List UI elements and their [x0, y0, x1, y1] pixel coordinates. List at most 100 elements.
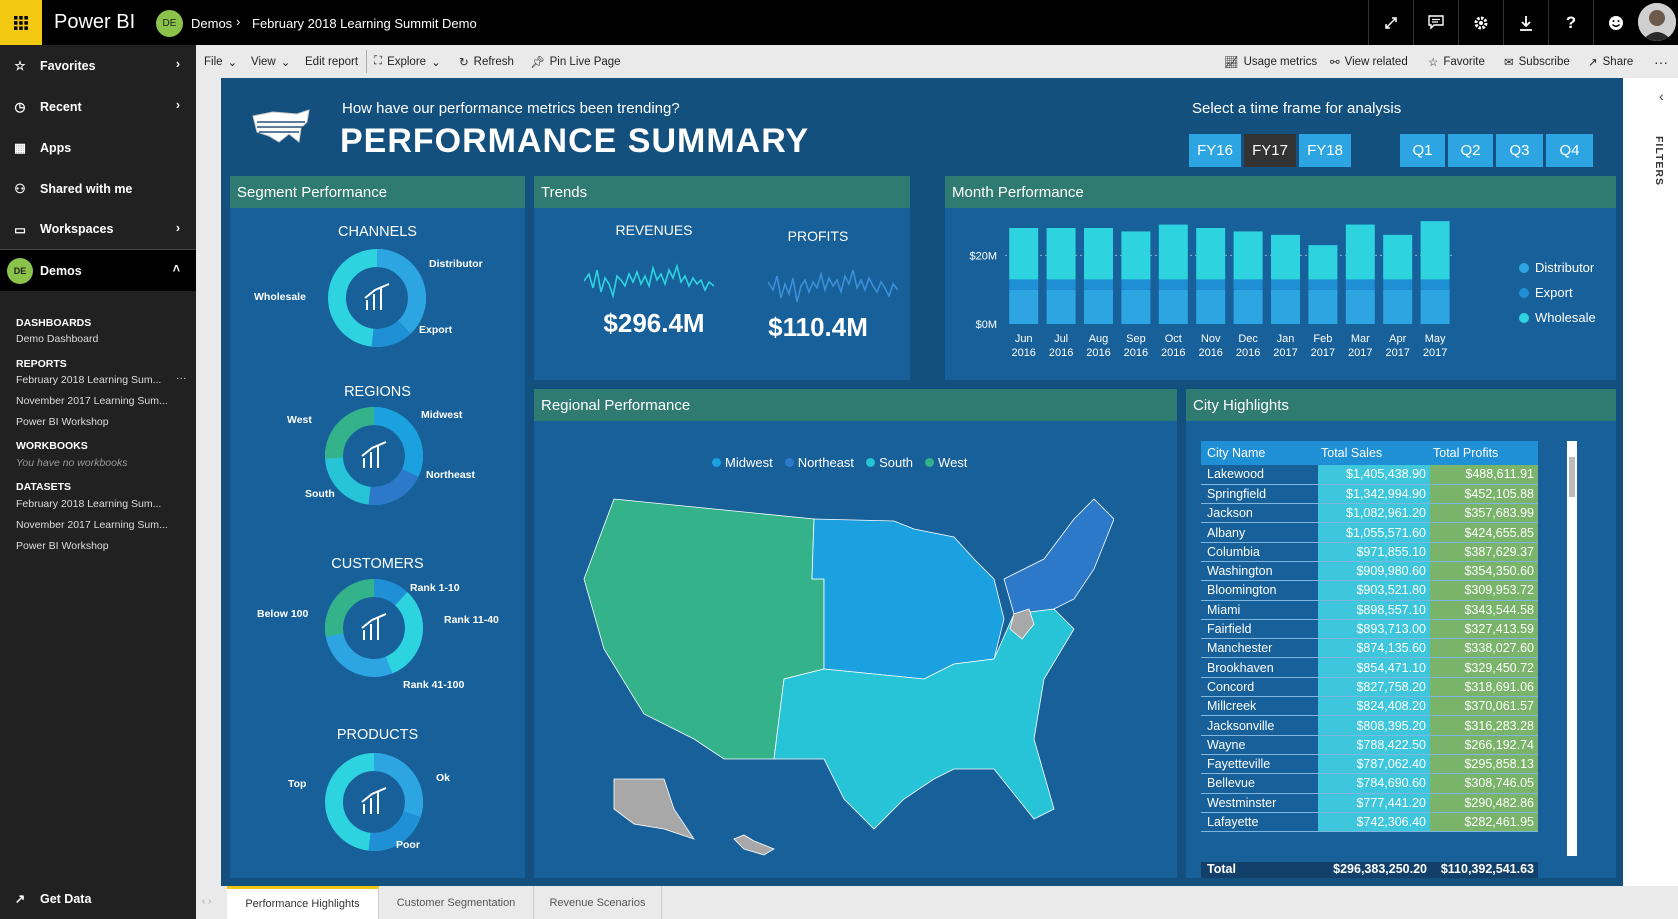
feedback-smiley-icon[interactable] [1593, 0, 1638, 45]
settings-gear-icon[interactable] [1458, 0, 1503, 45]
bar-export[interactable] [1121, 279, 1151, 290]
table-row[interactable]: Fairfield $893,713.00 $327,413.59 [1201, 619, 1538, 639]
bar-distributor[interactable] [1158, 289, 1188, 324]
bar-wholesale[interactable] [1345, 224, 1375, 280]
bar-export[interactable] [1420, 279, 1450, 290]
bar-export[interactable] [1084, 279, 1113, 290]
bar-wholesale[interactable] [1233, 231, 1263, 280]
products-donut[interactable] [324, 752, 424, 852]
bar-distributor[interactable] [1420, 289, 1450, 324]
bar-wholesale[interactable] [1271, 234, 1300, 280]
report-item[interactable]: November 2017 Learning Sum... [16, 395, 168, 407]
column-header-sales[interactable]: Total Sales [1318, 441, 1430, 465]
download-icon[interactable] [1503, 0, 1548, 45]
bar-wholesale[interactable] [1046, 228, 1076, 280]
table-row[interactable]: Bloomington $903,521.80 $309,953.72 [1201, 580, 1538, 601]
explore-menu[interactable]: ⛶ Explore ⌄ [374, 45, 441, 78]
us-filled-map[interactable] [574, 479, 1114, 859]
file-menu[interactable]: File ⌄ [204, 45, 237, 78]
bar-wholesale[interactable] [1009, 228, 1039, 280]
bar-export[interactable] [1158, 279, 1188, 290]
bar-wholesale[interactable] [1420, 221, 1450, 280]
bar-wholesale[interactable] [1121, 231, 1151, 280]
report-item[interactable]: Power BI Workshop [16, 416, 109, 428]
table-row[interactable]: Millcreek $824,408.20 $370,061.57 [1201, 696, 1538, 716]
dashboard-item[interactable]: Demo Dashboard [16, 333, 98, 345]
nav-recent[interactable]: ◷ Recent › [0, 86, 196, 127]
view-menu[interactable]: View ⌄ [251, 45, 290, 78]
user-profile-avatar[interactable] [1638, 3, 1676, 41]
app-title[interactable]: Power BI [54, 11, 135, 34]
bar-export[interactable] [1046, 279, 1076, 290]
table-row[interactable]: Jackson $1,082,961.20 $357,683.99 [1201, 503, 1538, 523]
dataset-item[interactable]: February 2018 Learning Sum... [16, 498, 161, 510]
table-row[interactable]: Washington $909,980.60 $354,350.60 [1201, 561, 1538, 581]
q2-button[interactable]: Q2 [1448, 134, 1493, 167]
breadcrumb-workspace[interactable]: Demos [191, 16, 232, 31]
fy18-button[interactable]: FY18 [1299, 134, 1351, 167]
regions-donut[interactable] [324, 406, 424, 506]
table-row[interactable]: Brookhaven $854,471.10 $329,450.72 [1201, 657, 1538, 678]
tab-performance-highlights[interactable]: Performance Highlights [227, 886, 379, 919]
channels-donut[interactable] [327, 248, 427, 348]
more-options-icon[interactable]: ··· [1654, 45, 1668, 78]
nav-favorites[interactable]: ☆ Favorites › [0, 45, 196, 86]
bar-distributor[interactable] [1046, 289, 1076, 324]
fullscreen-icon[interactable] [1368, 0, 1413, 45]
bar-distributor[interactable] [1009, 289, 1039, 324]
bar-export[interactable] [1271, 279, 1300, 290]
table-row[interactable]: Lakewood $1,405,438.90 $488,611.91 [1201, 465, 1538, 485]
table-row[interactable]: Springfield $1,342,994.90 $452,105.88 [1201, 484, 1538, 504]
table-row[interactable]: Columbia $971,855.10 $387,629.37 [1201, 542, 1538, 562]
table-row[interactable]: Wayne $788,422.50 $266,192.74 [1201, 735, 1538, 755]
table-row[interactable]: Fayetteville $787,062.40 $295,858.13 [1201, 754, 1538, 774]
bar-wholesale[interactable] [1196, 228, 1226, 280]
bar-distributor[interactable] [1383, 289, 1413, 324]
bar-distributor[interactable] [1345, 289, 1375, 324]
usage-metrics-button[interactable]: 📈︎ Usage metrics [1224, 45, 1317, 78]
dataset-item[interactable]: Power BI Workshop [16, 540, 109, 552]
fy16-button[interactable]: FY16 [1189, 134, 1241, 167]
report-item[interactable]: February 2018 Learning Sum... [16, 374, 161, 386]
nav-apps[interactable]: ▦ Apps [0, 127, 196, 168]
help-icon[interactable]: ? [1548, 0, 1593, 45]
q1-button[interactable]: Q1 [1400, 134, 1445, 167]
more-options-icon[interactable]: ··· [176, 372, 187, 384]
bar-wholesale[interactable] [1383, 234, 1413, 280]
view-related-button[interactable]: ⚯ View related [1330, 45, 1408, 78]
profits-sparkline[interactable] [768, 260, 898, 310]
edit-report-button[interactable]: Edit report [305, 45, 358, 78]
bar-export[interactable] [1233, 279, 1263, 290]
bar-export[interactable] [1308, 279, 1338, 290]
bar-distributor[interactable] [1121, 289, 1151, 324]
chevron-left-icon[interactable]: ‹ [1659, 88, 1664, 104]
get-data-button[interactable]: ↗ Get Data [0, 878, 196, 919]
bar-distributor[interactable] [1084, 289, 1113, 324]
bar-wholesale[interactable] [1308, 245, 1338, 280]
bar-distributor[interactable] [1271, 289, 1300, 324]
bar-wholesale[interactable] [1084, 228, 1113, 280]
table-row[interactable]: Jacksonville $808,395.20 $316,283.28 [1201, 715, 1538, 736]
q3-button[interactable]: Q3 [1496, 134, 1543, 167]
subscribe-button[interactable]: ✉ Subscribe [1504, 45, 1570, 78]
table-row[interactable]: Bellevue $784,690.60 $308,746.05 [1201, 773, 1538, 794]
pin-live-page-button[interactable]: 📌︎ Pin Live Page [530, 45, 621, 78]
revenues-sparkline[interactable] [584, 256, 714, 306]
nav-shared[interactable]: ⚇ Shared with me [0, 168, 196, 209]
customers-donut[interactable] [324, 578, 424, 678]
favorite-button[interactable]: ☆ Favorite [1428, 45, 1485, 78]
bar-wholesale[interactable] [1158, 224, 1188, 280]
app-launcher-icon[interactable] [0, 0, 42, 45]
month-bar-chart[interactable]: $20M $0M Jun 2016 Jul 2016 Aug 2016 Sep 2016 Oct 20… [945, 208, 1505, 380]
bar-export[interactable] [1196, 279, 1226, 290]
bar-distributor[interactable] [1308, 289, 1338, 324]
tab-scroll-left-icon[interactable]: ‹ › [202, 896, 211, 907]
filters-pane[interactable]: ‹ FILTERS [1623, 78, 1678, 886]
refresh-button[interactable]: ↻ Refresh [459, 45, 514, 78]
bar-distributor[interactable] [1196, 289, 1226, 324]
table-row[interactable]: Miami $898,557.10 $343,544.58 [1201, 600, 1538, 620]
nav-demos[interactable]: DE Demos ˄ [0, 250, 196, 291]
tab-customer-segmentation[interactable]: Customer Segmentation [379, 886, 534, 919]
column-header-city[interactable]: City Name [1201, 441, 1318, 465]
table-row[interactable]: Westminster $777,441.20 $290,482.86 [1201, 793, 1538, 813]
